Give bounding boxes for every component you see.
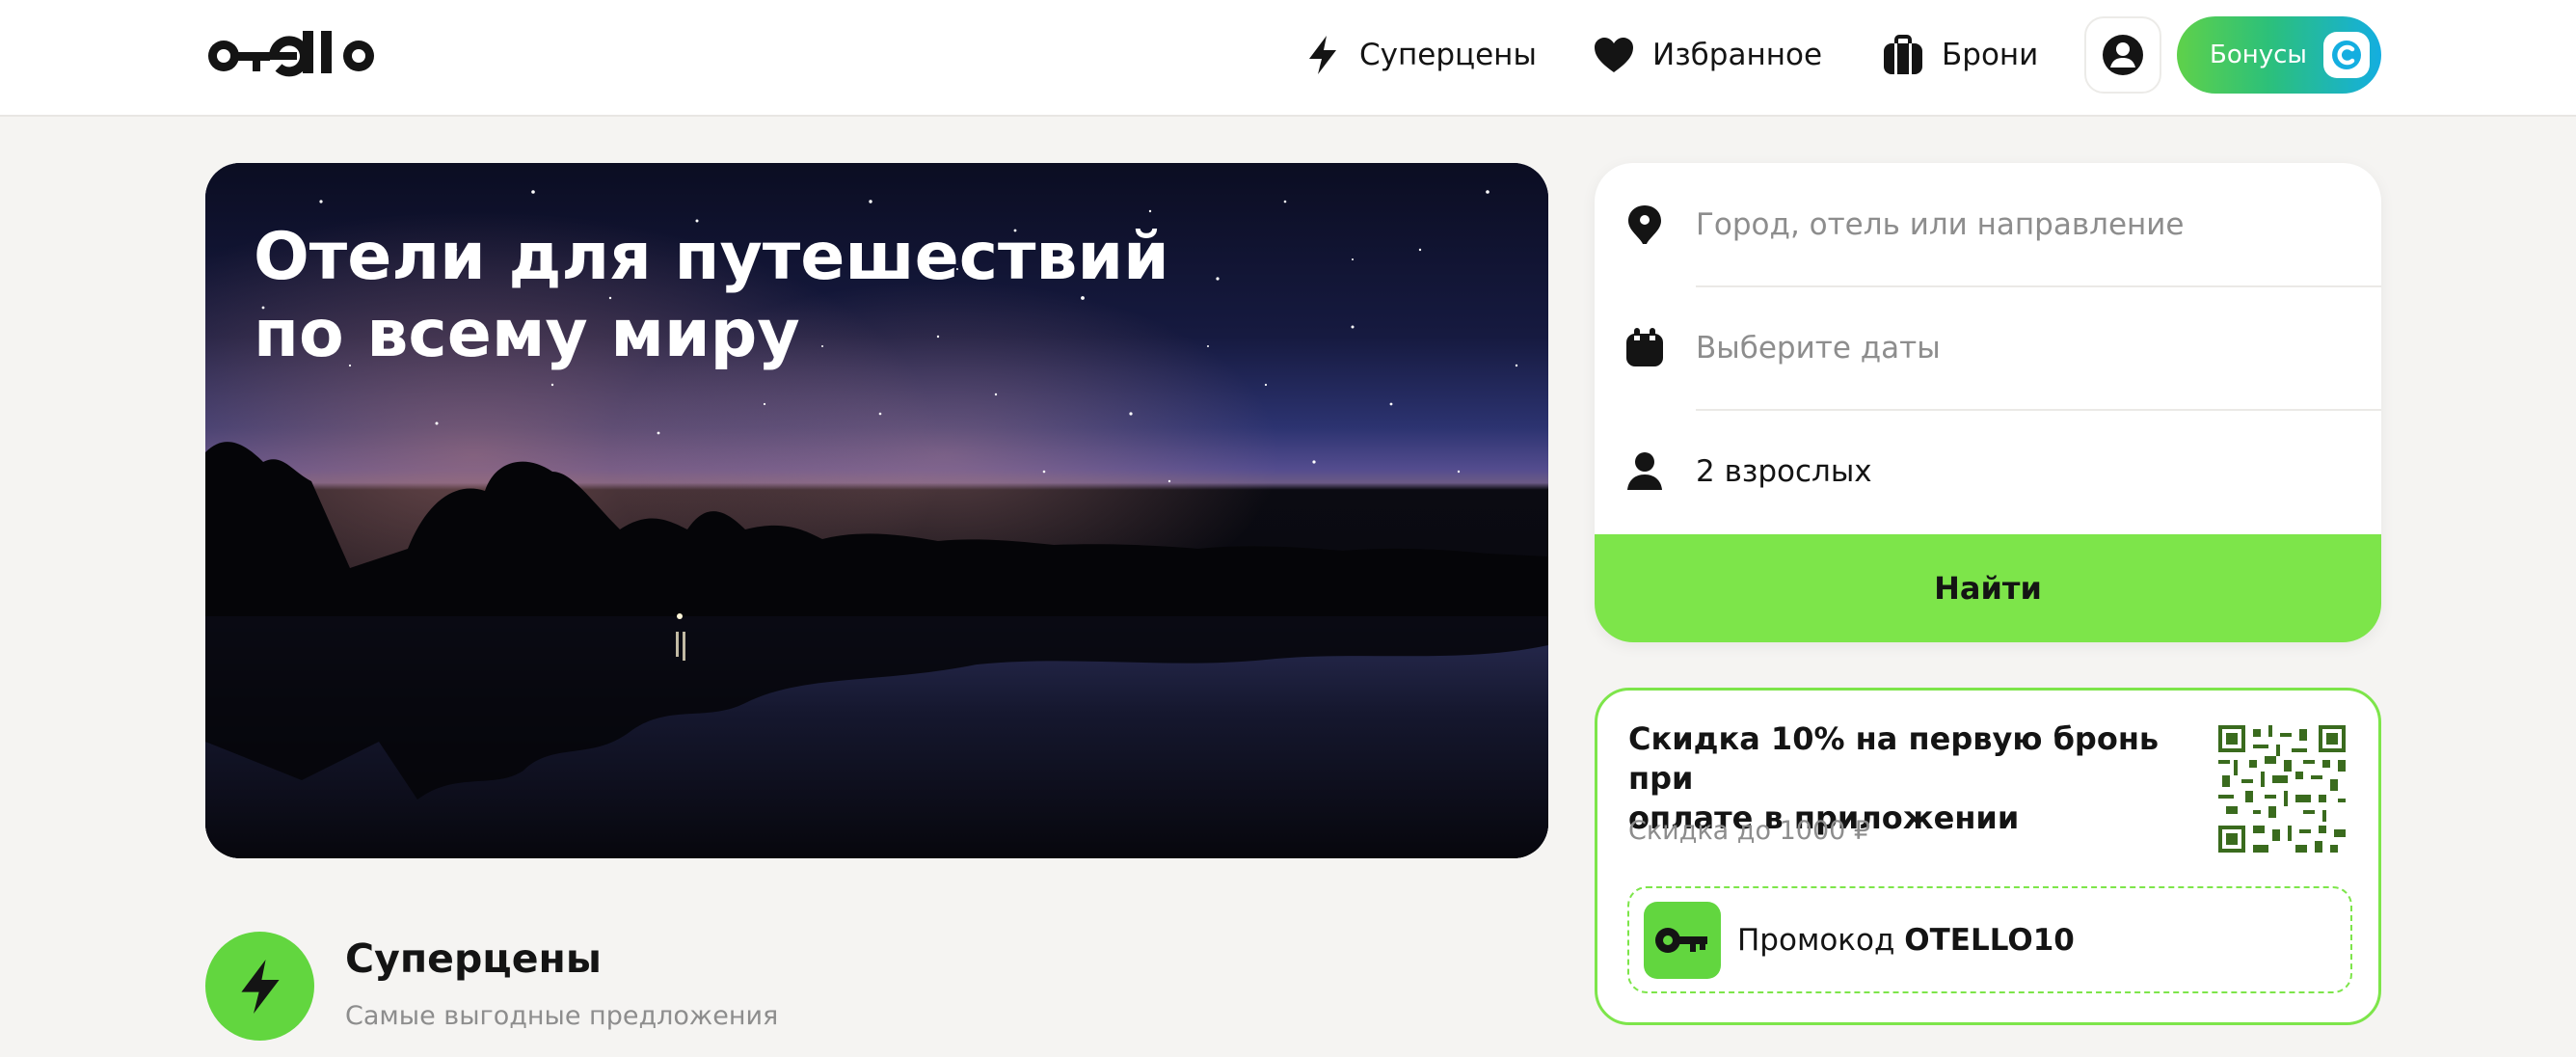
promo-title-line1: Скидка 10% на первую бронь при (1628, 720, 2160, 797)
search-button[interactable]: Найти (1595, 534, 2381, 642)
calendar-icon (1623, 327, 1666, 369)
guests-field[interactable]: 2 взрослых (1595, 410, 2381, 533)
nav-superprices[interactable]: Суперцены (1303, 27, 1537, 83)
promo-code-value: OTELLO10 (1904, 923, 2075, 958)
promo-subtitle: Скидка до 1000 ₽ (1628, 816, 1871, 846)
user-icon (2103, 35, 2143, 75)
dates-placeholder: Выберите даты (1696, 331, 1941, 366)
profile-button[interactable] (2084, 16, 2161, 94)
promo-code-prefix: Промокод (1737, 923, 1895, 958)
coin-c-icon (2323, 32, 2370, 78)
dates-field[interactable]: Выберите даты (1595, 286, 2381, 410)
destination-placeholder: Город, отель или направление (1696, 207, 2185, 242)
location-pin-icon (1623, 203, 1666, 246)
suitcase-icon (1884, 35, 1922, 74)
heart-icon (1595, 38, 1633, 72)
destination-field[interactable]: Город, отель или направление (1595, 163, 2381, 286)
hero-title: Отели для путешествий по всему миру (254, 219, 1218, 373)
nav-bookings-label: Брони (1942, 38, 2039, 72)
promo-card: Скидка 10% на первую бронь при оплате в … (1595, 688, 2381, 1025)
hero-title-line2: по всему миру (254, 296, 800, 372)
superprices-subtitle: Самые выгодные предложения (345, 1001, 779, 1031)
bonus-label: Бонусы (2210, 41, 2307, 69)
qr-code-icon (2218, 725, 2346, 853)
otello-logo[interactable] (204, 29, 382, 77)
nav-favorites[interactable]: Избранное (1593, 27, 1822, 83)
nav-favorites-label: Избранное (1652, 38, 1823, 72)
search-form: Город, отель или направление Выберите да… (1595, 163, 2381, 642)
superprices-title: Суперцены (345, 935, 602, 982)
person-icon (1623, 450, 1666, 493)
promo-code-box[interactable]: Промокод OTELLO10 (1627, 886, 2352, 993)
key-icon (1644, 902, 1721, 979)
top-header: Суперцены Избранное Брони Бонусы (0, 0, 2576, 117)
hero-banner: Отели для путешествий по всему миру (205, 163, 1548, 858)
superprices-lightning-icon (205, 932, 314, 1041)
nav-bookings[interactable]: Брони (1882, 27, 2038, 83)
lightning-icon (1309, 36, 1336, 74)
bonus-button[interactable]: Бонусы (2177, 16, 2381, 94)
promo-code-text: Промокод OTELLO10 (1737, 923, 2075, 958)
guests-value: 2 взрослых (1696, 454, 1872, 489)
hero-title-line1: Отели для путешествий (254, 219, 1169, 295)
nav-superprices-label: Суперцены (1359, 38, 1537, 72)
